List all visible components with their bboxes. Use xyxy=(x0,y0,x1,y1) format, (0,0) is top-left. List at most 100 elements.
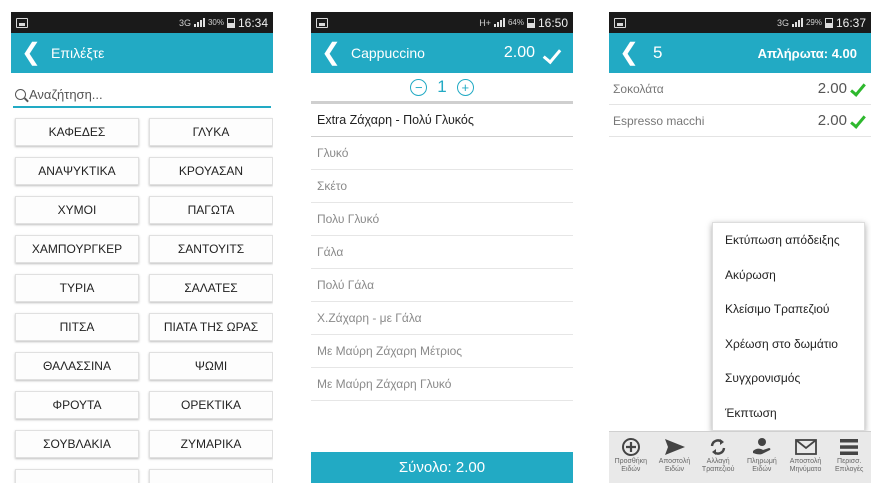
back-arrow-icon[interactable]: ❮ xyxy=(321,41,347,65)
category-button[interactable]: ΑΝΑΨΥΚΤΙΚΑ xyxy=(15,157,139,185)
signal-type: H+ xyxy=(479,17,491,28)
gallery-notification-icon xyxy=(316,17,328,28)
menu-item-print-receipt[interactable]: Εκτύπωση απόδειξης xyxy=(713,223,864,258)
option-item-selected[interactable]: Extra Ζάχαρη - Πολύ Γλυκός xyxy=(311,104,573,137)
category-button[interactable]: ΣΟΥΒΛΑΚΙΑ xyxy=(15,430,139,458)
clock: 16:50 xyxy=(537,15,568,30)
category-button[interactable]: ΠΙΑΤΑ ΤΗΣ ΩΡΑΣ xyxy=(149,313,273,341)
menu-icon xyxy=(839,436,859,458)
battery-percent: 30% xyxy=(207,18,224,27)
plus-circle-icon xyxy=(621,436,641,458)
option-item[interactable]: Χ.Ζάχαρη - με Γάλα xyxy=(311,302,573,335)
category-button[interactable]: ΧΥΜΟΙ xyxy=(15,196,139,224)
category-button[interactable]: ΠΙΤΣΑ xyxy=(15,313,139,341)
gallery-notification-icon xyxy=(614,17,626,28)
category-button[interactable]: ΠΑΓΩΤΑ xyxy=(149,196,273,224)
category-button[interactable]: ΚΡΟΥΑΣΑΝ xyxy=(149,157,273,185)
status-bar: 3G 30% 16:34 xyxy=(11,12,273,33)
menu-item-discount[interactable]: Έκπτωση xyxy=(713,396,864,431)
option-item[interactable]: Γάλα xyxy=(311,236,573,269)
send-message-button[interactable]: Αποστολή Μηνύματο xyxy=(784,432,828,483)
app-bar: ❮ Επιλέξτε xyxy=(11,33,273,73)
status-bar: 3G 29% 16:37 xyxy=(609,12,871,33)
payment-icon xyxy=(751,436,773,458)
category-button[interactable]: ΘΑΛΑΣΣΙΝΑ xyxy=(15,352,139,380)
category-button[interactable]: ΣΑΝΤΟΥΙΤΣ xyxy=(149,235,273,263)
pay-items-button[interactable]: Πληρωμή Ειδών xyxy=(740,432,784,483)
gallery-notification-icon xyxy=(16,17,28,28)
bottom-toolbar: Προσθήκη Ειδών Αποστολή Ειδών Αλλαγή Τρα… xyxy=(609,431,871,483)
category-button[interactable]: ΓΛΥΚΑ xyxy=(149,118,273,146)
option-item[interactable]: Με Μαύρη Ζάχαρη Μέτριος xyxy=(311,335,573,368)
option-item[interactable]: Με Μαύρη Ζάχαρη Γλυκό xyxy=(311,368,573,401)
order-row[interactable]: Espresso macchi 2.00 xyxy=(609,105,871,137)
quantity-value: 1 xyxy=(437,77,447,96)
category-button[interactable]: ΚΑΦΕΔΕΣ xyxy=(15,118,139,146)
option-item[interactable]: Γλυκό xyxy=(311,137,573,170)
toolbar-label: Προσθήκη Ειδών xyxy=(614,458,648,473)
clock: 16:37 xyxy=(835,15,866,30)
check-icon xyxy=(851,114,865,127)
app-bar: ❮ Cappuccino 2.00 xyxy=(311,33,573,73)
battery-percent: 64% xyxy=(507,18,524,27)
phone-screen-item-options: H+ 64% 16:50 ❮ Cappuccino 2.00 − 1 + Ext… xyxy=(311,12,573,483)
toolbar-label: Αποστολή Μηνύματο xyxy=(789,458,822,473)
send-items-button[interactable]: Αποστολή Ειδών xyxy=(653,432,697,483)
swap-icon xyxy=(708,436,728,458)
app-bar: ❮ 5 Απλήρωτα: 4.00 xyxy=(609,33,871,73)
overflow-menu: Εκτύπωση απόδειξης Ακύρωση Κλείσιμο Τραπ… xyxy=(712,222,865,431)
search-field[interactable]: Αναζήτηση... xyxy=(13,82,271,108)
item-title: Cappuccino xyxy=(351,45,425,61)
check-icon xyxy=(851,82,865,95)
table-number: 5 xyxy=(653,43,663,62)
category-button-partial[interactable] xyxy=(15,469,139,483)
category-button[interactable]: ΖΥΜΑΡΙΚΑ xyxy=(149,430,273,458)
menu-item-charge-room[interactable]: Χρέωση στο δωμάτιο xyxy=(713,327,864,362)
minus-icon[interactable]: − xyxy=(410,78,428,96)
order-row[interactable]: Σοκολάτα 2.00 xyxy=(609,73,871,105)
battery-icon xyxy=(824,17,833,28)
signal-type: 3G xyxy=(178,17,191,28)
menu-item-close-table[interactable]: Κλείσιμο Τραπεζιού xyxy=(713,292,864,327)
order-item-name: Espresso macchi xyxy=(613,113,705,128)
envelope-icon xyxy=(794,436,817,458)
phone-screen-table-order: 3G 29% 16:37 ❮ 5 Απλήρωτα: 4.00 Σοκολάτα… xyxy=(609,12,871,483)
change-table-button[interactable]: Αλλαγή Τραπεζιού xyxy=(696,432,740,483)
more-options-button[interactable]: Περισσ. Επιλογές xyxy=(827,432,871,483)
search-icon xyxy=(15,88,26,100)
back-arrow-icon[interactable]: ❮ xyxy=(619,41,645,65)
signal-icon xyxy=(193,18,205,27)
add-items-button[interactable]: Προσθήκη Ειδών xyxy=(609,432,653,483)
menu-item-sync[interactable]: Συγχρονισμός xyxy=(713,361,864,396)
search-placeholder: Αναζήτηση... xyxy=(29,86,103,102)
total-bar: Σύνολο: 2.00 xyxy=(311,452,573,483)
category-button[interactable]: ΦΡΟΥΤΑ xyxy=(15,391,139,419)
back-arrow-icon[interactable]: ❮ xyxy=(21,41,47,65)
page-title: Επιλέξτε xyxy=(51,45,105,61)
signal-type: 3G xyxy=(776,17,789,28)
send-icon xyxy=(664,436,686,458)
category-button[interactable]: ΟΡΕΚΤΙΚΑ xyxy=(149,391,273,419)
option-item[interactable]: Πολύ Γάλα xyxy=(311,269,573,302)
category-button[interactable]: ΤΥΡΙΑ xyxy=(15,274,139,302)
status-bar: H+ 64% 16:50 xyxy=(311,12,573,33)
toolbar-label: Πληρωμή Ειδών xyxy=(746,458,777,473)
option-item[interactable]: Πολυ Γλυκό xyxy=(311,203,573,236)
toolbar-label: Αποστολή Ειδών xyxy=(658,458,691,473)
order-item-amount: 2.00 xyxy=(817,112,847,129)
unpaid-total: Απλήρωτα: 4.00 xyxy=(757,45,857,61)
signal-icon xyxy=(493,18,505,27)
signal-icon xyxy=(791,18,803,27)
order-item-amount: 2.00 xyxy=(817,80,847,97)
battery-icon xyxy=(226,17,235,28)
confirm-check-icon[interactable] xyxy=(545,46,563,60)
phone-screen-categories: 3G 30% 16:34 ❮ Επιλέξτε Αναζήτηση... ΚΑΦ… xyxy=(11,12,273,483)
option-item[interactable]: Σκέτο xyxy=(311,170,573,203)
menu-item-cancel[interactable]: Ακύρωση xyxy=(713,258,864,293)
category-button[interactable]: ΣΑΛΑΤΕΣ xyxy=(149,274,273,302)
category-button[interactable]: ΧΑΜΠΟΥΡΓΚΕΡ xyxy=(15,235,139,263)
category-grid: ΚΑΦΕΔΕΣ ΓΛΥΚΑ ΑΝΑΨΥΚΤΙΚΑ ΚΡΟΥΑΣΑΝ ΧΥΜΟΙ … xyxy=(11,108,273,483)
category-button-partial[interactable] xyxy=(149,469,273,483)
plus-icon[interactable]: + xyxy=(456,78,474,96)
category-button[interactable]: ΨΩΜΙ xyxy=(149,352,273,380)
